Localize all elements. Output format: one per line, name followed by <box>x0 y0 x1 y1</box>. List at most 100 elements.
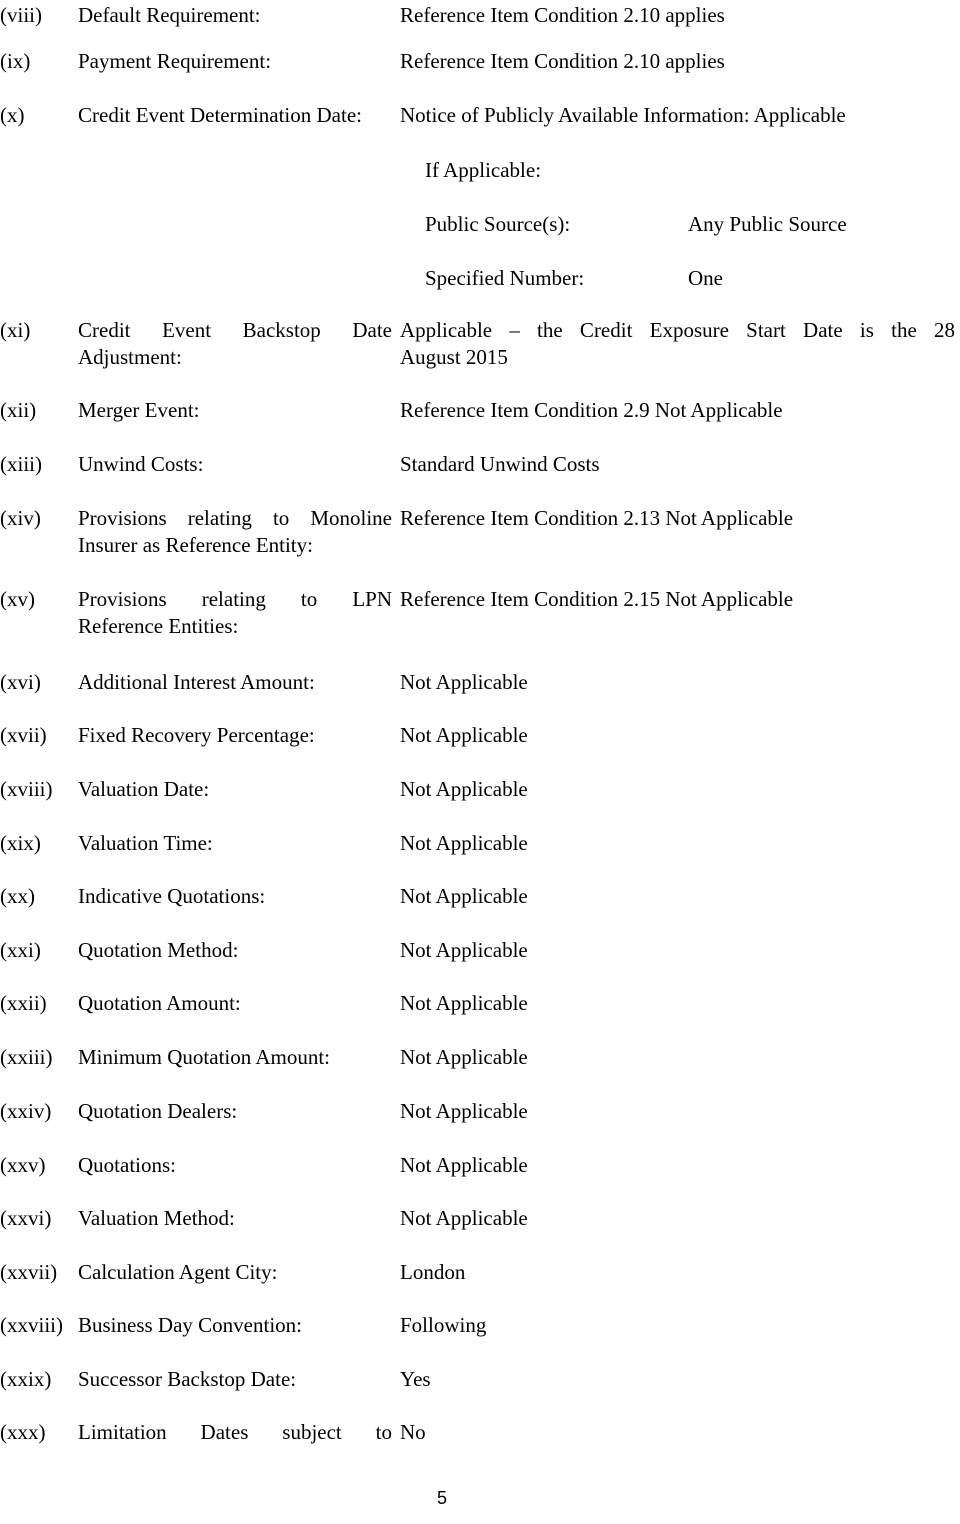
list-numeral: (xxvi) <box>0 1206 52 1230</box>
if-applicable-line: If Applicable: <box>425 158 542 182</box>
row-label: Fixed Recovery Percentage: <box>78 723 315 747</box>
specified-number-value: One <box>688 266 723 290</box>
row-value: Not Applicable <box>400 1045 528 1069</box>
table-row: (xxv) Quotations: Not Applicable <box>0 1152 960 1179</box>
row-value: Not Applicable <box>400 884 528 908</box>
row-label: Indicative Quotations: <box>78 884 266 908</box>
row-label: Limitation Dates subject to <box>78 1419 400 1446</box>
page-number: 5 <box>436 1488 447 1508</box>
row-label: Additional Interest Amount: <box>78 670 315 694</box>
list-numeral: (xix) <box>0 831 41 855</box>
list-numeral: (x) <box>0 103 25 127</box>
row-label: Calculation Agent City: <box>78 1260 278 1284</box>
table-row: (xxiii) Minimum Quotation Amount: Not Appl… <box>0 1044 960 1071</box>
row-label: Unwind Costs: <box>78 452 204 476</box>
table-row: (xix) Valuation Time: Not Applicable <box>0 830 960 857</box>
row-credit-event-backstop-date-adjustment: (xi) Credit Event Backstop Date Adjustme… <box>0 317 960 371</box>
row-label-line-1: Provisions relating to Monoline <box>78 506 392 530</box>
list-numeral: (xv) <box>0 587 35 611</box>
row-label: Provisions relating to LPN Reference Ent… <box>78 586 400 640</box>
row-label: Credit Event Determination Date: <box>78 103 362 127</box>
row-provisions-lpn-reference-entities: (xv) Provisions relating to LPN Referenc… <box>0 586 960 640</box>
row-value: Not Applicable <box>400 723 528 747</box>
row-value: Following <box>400 1313 487 1337</box>
row-label: Default Requirement: <box>78 3 261 27</box>
table-row: (x) Credit Event Determination Date: Notic… <box>0 102 960 129</box>
row-label: Quotation Method: <box>78 938 239 962</box>
row-label: Payment Requirement: <box>78 49 272 73</box>
row-value: Not Applicable <box>400 938 528 962</box>
list-numeral: (xviii) <box>0 777 53 801</box>
table-row: (xiii) Unwind Costs: Standard Unwind Costs <box>0 451 960 478</box>
list-numeral: (xvi) <box>0 670 41 694</box>
list-numeral: (xxiii) <box>0 1045 53 1069</box>
row-value: Reference Item Condition 2.10 applies <box>400 3 725 27</box>
row-label: Minimum Quotation Amount: <box>78 1045 331 1069</box>
row-value: Notice of Publicly Available Information… <box>400 103 846 127</box>
row-label: Quotation Dealers: <box>78 1099 238 1123</box>
row-value: Applicable – the Credit Exposure Start D… <box>400 317 960 371</box>
list-numeral: (xxv) <box>0 1153 46 1177</box>
table-row: (xxvii) Calculation Agent City: London <box>0 1259 960 1286</box>
row-value: Yes <box>400 1367 431 1391</box>
row-value: Not Applicable <box>400 831 528 855</box>
row-value: No <box>400 1420 426 1444</box>
list-numeral: (xxi) <box>0 938 41 962</box>
row-label-line-2: Adjustment: <box>78 345 182 369</box>
table-row: (viii) Default Requirement: Reference Item… <box>0 2 960 29</box>
table-row: (xxi) Quotation Method: Not Applicable <box>0 937 960 964</box>
row-value: Not Applicable <box>400 777 528 801</box>
row-label-line-1: Limitation Dates subject to <box>78 1420 392 1444</box>
row-label: Quotation Amount: <box>78 991 241 1015</box>
public-source-row: Public Source(s): Any Public Source <box>425 211 960 238</box>
row-label: Merger Event: <box>78 398 200 422</box>
table-row: (xxvi) Valuation Method: Not Applicable <box>0 1205 960 1232</box>
table-row: (xii) Merger Event: Reference Item Conditi… <box>0 397 960 424</box>
list-numeral: (xiv) <box>0 506 41 530</box>
table-row: (xx) Indicative Quotations: Not Applicable <box>0 883 960 910</box>
list-numeral: (xxvii) <box>0 1260 58 1284</box>
table-row: (xviii) Valuation Date: Not Applicable <box>0 776 960 803</box>
row-label: Successor Backstop Date: <box>78 1367 297 1391</box>
row-provisions-monoline-insurer: (xiv) Provisions relating to Monoline In… <box>0 505 960 559</box>
table-row: (xvii) Fixed Recovery Percentage: Not Appl… <box>0 722 960 749</box>
public-source-label: Public Source(s): <box>425 212 571 236</box>
list-numeral: (xi) <box>0 318 31 342</box>
list-numeral: (xxix) <box>0 1367 52 1391</box>
table-row: (xxix) Successor Backstop Date: Yes <box>0 1366 960 1393</box>
row-value-line-1: Applicable – the Credit Exposure Start D… <box>400 318 955 342</box>
public-source-value: Any Public Source <box>688 212 847 236</box>
row-label: Quotations: <box>78 1153 176 1177</box>
row-value: Not Applicable <box>400 1099 528 1123</box>
specified-number-label: Specified Number: <box>425 266 585 290</box>
row-label: Business Day Convention: <box>78 1313 302 1337</box>
row-label: Provisions relating to Monoline Insurer … <box>78 505 400 559</box>
specified-number-row: Specified Number: One <box>425 265 960 292</box>
row-label-line-1: Provisions relating to LPN <box>78 587 392 611</box>
row-label: Valuation Date: <box>78 777 210 801</box>
list-numeral: (xvii) <box>0 723 47 747</box>
list-numeral: (xxviii) <box>0 1313 63 1337</box>
row-value: Not Applicable <box>400 991 528 1015</box>
row-value-line-2: August 2015 <box>400 345 508 369</box>
table-row: (xvi) Additional Interest Amount: Not Appl… <box>0 669 960 696</box>
row-label: Valuation Method: <box>78 1206 235 1230</box>
list-numeral: (xx) <box>0 884 35 908</box>
table-row: (xxviii) Business Day Convention: Followin… <box>0 1312 960 1339</box>
list-numeral: (ix) <box>0 49 31 73</box>
table-row: (xxiv) Quotation Dealers: Not Applicable <box>0 1098 960 1125</box>
row-value: Reference Item Condition 2.10 applies <box>400 49 725 73</box>
list-numeral: (viii) <box>0 3 42 27</box>
list-numeral: (xiii) <box>0 452 42 476</box>
table-row: (ix) Payment Requirement: Reference Item C… <box>0 48 960 75</box>
row-value: Reference Item Condition 2.13 Not Applic… <box>400 506 794 530</box>
row-value: Not Applicable <box>400 1153 528 1177</box>
list-numeral: (xxii) <box>0 991 47 1015</box>
table-row: (xxii) Quotation Amount: Not Applicable <box>0 990 960 1017</box>
list-numeral: (xii) <box>0 398 37 422</box>
row-value: Not Applicable <box>400 670 528 694</box>
row-value: London <box>400 1260 466 1284</box>
list-numeral: (xxiv) <box>0 1099 52 1123</box>
row-label: Credit Event Backstop Date Adjustment: <box>78 317 400 371</box>
row-limitation-dates-subject-to: (xxx) Limitation Dates subject to No <box>0 1419 960 1446</box>
